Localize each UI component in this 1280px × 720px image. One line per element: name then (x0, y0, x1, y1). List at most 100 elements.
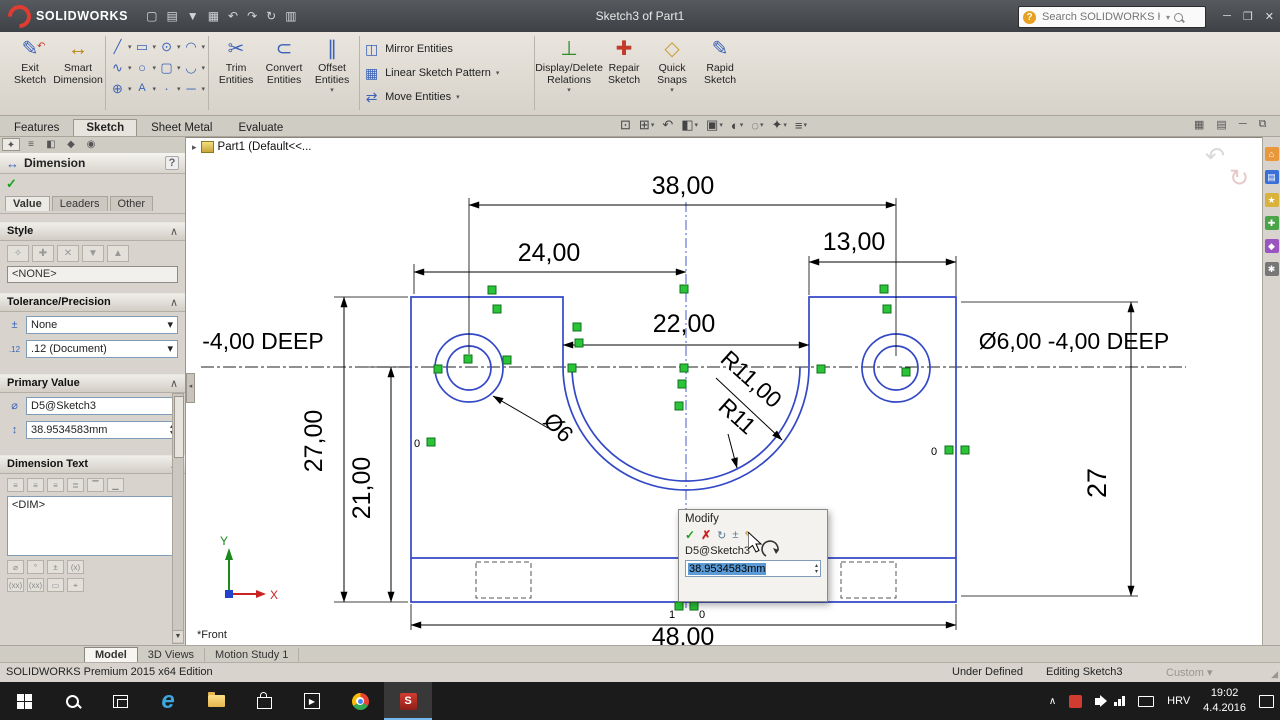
fillet-tool-icon[interactable]: ◡ (183, 59, 200, 76)
style-new-icon[interactable]: ✧ (7, 245, 29, 262)
tray-app-icon[interactable] (1069, 694, 1083, 708)
tolerance-select[interactable]: None ▾ (26, 316, 178, 334)
dimension-label-22[interactable]: 22,00 (653, 310, 716, 338)
configuration-manager-tab[interactable]: ◧ (42, 138, 60, 151)
dimension-text-area[interactable]: <DIM> (7, 496, 178, 556)
tile-windows-icon[interactable]: ▦ (1194, 118, 1204, 131)
rebuild-button[interactable]: ↻ (717, 529, 726, 542)
symbol-diameter-icon[interactable]: ⌀ (7, 560, 24, 574)
network-icon[interactable] (1114, 696, 1126, 706)
symbol-degree-icon[interactable]: ° (27, 560, 44, 574)
style-list[interactable]: <NONE> (7, 266, 178, 283)
view-orientation-icon[interactable]: ▣ ▾ (706, 117, 723, 133)
line-tool-dropdown[interactable]: ▾ (128, 43, 132, 51)
relation-marker[interactable] (901, 367, 911, 377)
taskbar-search-button[interactable] (48, 682, 96, 720)
symbol-brace-icon[interactable]: (xx) (27, 578, 44, 592)
task-view-button[interactable] (96, 682, 144, 720)
spline-tool-icon[interactable]: ∿ (109, 59, 126, 76)
redo-icon[interactable]: ↷ (247, 9, 257, 23)
ok-button[interactable]: ✓ (6, 176, 17, 192)
rapid-sketch-button[interactable]: ✎ Rapid Sketch (696, 32, 744, 87)
view-settings-icon[interactable]: ≡ ▾ (795, 118, 807, 133)
hidden-pocket-left[interactable] (475, 561, 532, 599)
centerline-tool-icon[interactable]: ─ (183, 80, 200, 97)
text-align-right-icon[interactable]: ≡ (47, 478, 64, 492)
file-explorer-icon[interactable]: ★ (1264, 193, 1279, 207)
view-palette-icon[interactable]: ✚ (1264, 216, 1279, 230)
new-document-icon[interactable]: ▢ (146, 9, 157, 23)
symbol-more-icon[interactable]: (x) (67, 560, 84, 574)
tab-value[interactable]: Value (5, 196, 50, 211)
section-view-icon[interactable]: ◧ ▾ (681, 117, 698, 133)
quick-snaps-dropdown[interactable]: ▾ (670, 87, 674, 95)
dimension-name-field[interactable]: D5@Sketch3 (26, 397, 178, 415)
previous-view-icon[interactable]: ↶ (662, 117, 673, 133)
tab-3d-views[interactable]: 3D Views (138, 648, 206, 662)
line-tool-icon[interactable]: ╱ (109, 38, 126, 55)
tab-motion-study[interactable]: Motion Study 1 (205, 648, 300, 662)
style-save-icon[interactable]: ▼ (82, 245, 104, 262)
feature-tree-flyout[interactable]: ▸ Part1 (Default<<... (192, 141, 312, 153)
relation-marker[interactable] (689, 601, 699, 611)
relation-marker[interactable] (502, 355, 512, 365)
spline-tool-dropdown[interactable]: ▾ (128, 64, 132, 72)
tab-sheet-metal[interactable]: Sheet Metal (139, 120, 224, 136)
text-align-center-icon[interactable]: ≡ (27, 478, 44, 492)
dimension-label-13[interactable]: 13,00 (823, 228, 886, 256)
relation-marker[interactable] (679, 284, 689, 294)
dimension-value-field[interactable]: 38.9534583mm ▴▾ (26, 421, 178, 439)
dimension-label-27-right[interactable]: 27 (1082, 468, 1112, 498)
panel-scrollbar[interactable]: ▼ (172, 393, 184, 644)
fillet-tool-dropdown[interactable]: ▾ (202, 64, 206, 72)
leader-r11-inner[interactable] (727, 433, 738, 469)
cancel-button[interactable]: ✗ (701, 528, 711, 542)
modify-dialog-title[interactable]: Modify (685, 513, 821, 525)
dimension-label-deep-right[interactable]: Ø6,00 -4,00 DEEP (979, 328, 1170, 354)
move-entities-dropdown[interactable]: ▾ (456, 93, 460, 101)
point-tool-dropdown[interactable]: ▾ (177, 85, 181, 93)
text-top-icon[interactable]: ▔ (87, 478, 104, 492)
dimension-label-48[interactable]: 48,00 (652, 623, 715, 651)
polygon-tool-icon[interactable]: ⊕ (109, 80, 126, 97)
scrollbar-thumb[interactable] (174, 396, 184, 458)
mirror-entities-button[interactable]: ◫ Mirror Entities (363, 38, 531, 60)
media-player-button[interactable]: ▶ (288, 682, 336, 720)
relation-marker[interactable] (426, 437, 436, 447)
quick-snaps-button[interactable]: ◇ Quick Snaps ▾ (648, 32, 696, 94)
rectangle-tool-dropdown[interactable]: ▾ (153, 43, 157, 51)
resources-icon[interactable]: ⌂ (1264, 147, 1279, 161)
display-manager-tab[interactable]: ◉ (82, 138, 100, 151)
help-icon[interactable]: ? (165, 156, 179, 170)
options-icon[interactable]: ▥ (285, 9, 296, 23)
spin-increment-button[interactable]: ± (732, 529, 738, 541)
relation-marker[interactable] (944, 445, 954, 455)
text-tool-dropdown[interactable]: ▾ (153, 85, 157, 93)
section-primary-value[interactable]: Primary Value ∧ (0, 374, 185, 393)
hide-show-items-icon[interactable]: ◌ ▾ (751, 118, 763, 133)
relation-marker[interactable] (679, 363, 689, 373)
cascade-windows-icon[interactable]: ▤ (1216, 118, 1226, 131)
dimension-label-deep-left[interactable]: -4,00 DEEP (202, 328, 323, 354)
dimension-label-38[interactable]: 38,00 (652, 172, 715, 200)
dimension-label-21[interactable]: 21,00 (348, 457, 376, 520)
rectangle-tool-icon[interactable]: ▭ (134, 38, 151, 55)
style-add-icon[interactable]: ✚ (32, 245, 54, 262)
collapse-icon[interactable]: ∧ (170, 296, 178, 309)
offset-entities-dropdown[interactable]: ▾ (330, 87, 334, 95)
relation-marker[interactable] (674, 601, 684, 611)
doc-minimize-icon[interactable]: ─ (1239, 118, 1247, 131)
minimize-button[interactable]: ─ (1223, 10, 1231, 22)
style-delete-icon[interactable]: ✕ (57, 245, 79, 262)
linear-sketch-pattern-button[interactable]: ▦ Linear Sketch Pattern ▾ (363, 62, 531, 84)
style-load-icon[interactable]: ▲ (107, 245, 129, 262)
language-indicator[interactable]: HRV (1167, 695, 1190, 707)
search-dropdown-icon[interactable]: ▾ (1166, 13, 1170, 22)
smart-dimension-button[interactable]: ↔ Smart Dimension (53, 32, 103, 87)
arc-tool-icon[interactable]: ◠ (183, 38, 200, 55)
scrollbar-down-icon[interactable]: ▼ (173, 630, 183, 642)
precision-select[interactable]: .12 (Document) ▾ (26, 340, 178, 358)
search-icon[interactable] (1174, 12, 1184, 22)
zoom-to-fit-icon[interactable]: ⊡ (620, 117, 631, 133)
symbol-plusminus-icon[interactable]: ± (47, 560, 64, 574)
